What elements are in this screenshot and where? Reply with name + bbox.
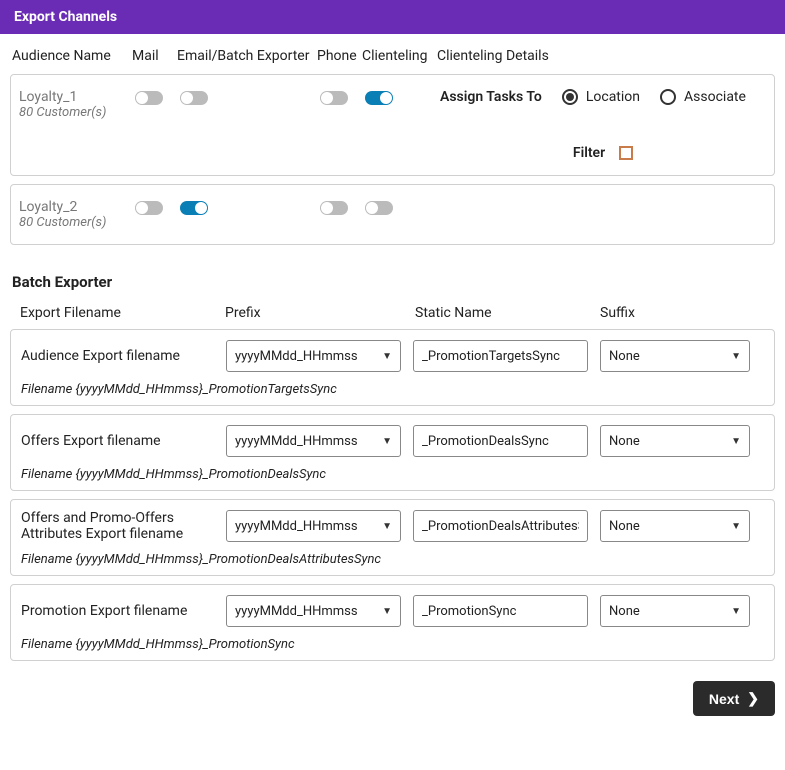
filename-label: Offers Export filename: [21, 433, 226, 449]
filter-checkbox[interactable]: [619, 146, 633, 160]
chevron-down-icon: ▼: [382, 351, 392, 362]
col-header-mail: Mail: [132, 48, 177, 64]
batch-col-static: Static Name: [415, 305, 600, 321]
filename-card: Promotion Export filename yyyyMMdd_HHmms…: [10, 584, 775, 661]
radio-associate-group[interactable]: Associate: [660, 89, 746, 105]
suffix-select[interactable]: None ▼: [600, 425, 750, 457]
batch-column-headers: Export Filename Prefix Static Name Suffi…: [0, 299, 785, 329]
prefix-value: yyyyMMdd_HHmmss: [235, 434, 358, 449]
radio-associate[interactable]: [660, 89, 676, 105]
col-header-email: Email/Batch Exporter: [177, 48, 317, 64]
static-value: _PromotionTargetsSync: [422, 349, 560, 364]
filename-row: Offers and Promo-Offers Attributes Expor…: [21, 510, 764, 542]
radio-location-group[interactable]: Location: [562, 89, 640, 105]
chevron-down-icon: ▼: [731, 521, 741, 532]
filter-row: Filter: [440, 145, 766, 161]
page-title: Export Channels: [14, 9, 117, 25]
filename-label: Offers and Promo-Offers Attributes Expor…: [21, 510, 226, 542]
filename-row: Promotion Export filename yyyyMMdd_HHmms…: [21, 595, 764, 627]
suffix-select[interactable]: None ▼: [600, 510, 750, 542]
audience-row: Loyalty_1 80 Customer(s) Assign Tasks To…: [19, 89, 766, 161]
static-value: _PromotionDealsSync: [422, 434, 549, 449]
radio-associate-label: Associate: [684, 89, 746, 105]
mail-toggle[interactable]: [135, 201, 163, 215]
filename-preview: Filename {yyyyMMdd_HHmmss}_PromotionSync: [21, 637, 764, 652]
footer-row: Next ❯: [0, 669, 785, 730]
prefix-select[interactable]: yyyyMMdd_HHmmss ▼: [226, 340, 401, 372]
filename-preview: Filename {yyyyMMdd_HHmmss}_PromotionDeal…: [21, 552, 764, 567]
filename-card: Offers Export filename yyyyMMdd_HHmmss ▼…: [10, 414, 775, 491]
filename-row: Offers Export filename yyyyMMdd_HHmmss ▼…: [21, 425, 764, 457]
prefix-value: yyyyMMdd_HHmmss: [235, 604, 358, 619]
assign-tasks-row: Assign Tasks To Location Associate: [440, 89, 766, 105]
radio-location-label: Location: [586, 89, 640, 105]
audience-name-cell: Loyalty_2 80 Customer(s): [19, 199, 135, 230]
prefix-value: yyyyMMdd_HHmmss: [235, 349, 358, 364]
batch-exporter-title: Batch Exporter: [0, 253, 785, 299]
suffix-value: None: [609, 604, 640, 619]
chevron-down-icon: ▼: [731, 351, 741, 362]
channels-column-headers: Audience Name Mail Email/Batch Exporter …: [0, 34, 785, 74]
audience-count: 80 Customer(s): [19, 105, 135, 120]
chevron-down-icon: ▼: [382, 606, 392, 617]
prefix-select[interactable]: yyyyMMdd_HHmmss ▼: [226, 425, 401, 457]
audience-row: Loyalty_2 80 Customer(s): [19, 199, 766, 230]
static-name-input[interactable]: _PromotionSync: [413, 595, 588, 627]
col-header-phone: Phone: [317, 48, 362, 64]
static-name-input[interactable]: _PromotionDealsAttributesSync: [413, 510, 588, 542]
col-header-clienteling-details: Clienteling Details: [437, 48, 773, 64]
clienteling-toggle[interactable]: [365, 201, 393, 215]
col-header-clienteling: Clienteling: [362, 48, 437, 64]
filename-card: Offers and Promo-Offers Attributes Expor…: [10, 499, 775, 576]
phone-toggle[interactable]: [320, 201, 348, 215]
filename-preview: Filename {yyyyMMdd_HHmmss}_PromotionTarg…: [21, 382, 764, 397]
email-toggle[interactable]: [180, 201, 208, 215]
batch-col-suffix: Suffix: [600, 305, 750, 321]
audience-card: Loyalty_1 80 Customer(s) Assign Tasks To…: [10, 74, 775, 176]
chevron-down-icon: ▼: [731, 436, 741, 447]
audience-card: Loyalty_2 80 Customer(s): [10, 184, 775, 245]
page-header: Export Channels: [0, 0, 785, 34]
static-name-input[interactable]: _PromotionTargetsSync: [413, 340, 588, 372]
phone-toggle[interactable]: [320, 91, 348, 105]
chevron-down-icon: ▼: [382, 436, 392, 447]
next-button-label: Next: [709, 691, 739, 707]
batch-col-export: Export Filename: [20, 305, 225, 321]
suffix-value: None: [609, 349, 640, 364]
prefix-value: yyyyMMdd_HHmmss: [235, 519, 358, 534]
col-header-audience: Audience Name: [12, 48, 132, 64]
radio-location[interactable]: [562, 89, 578, 105]
batch-col-prefix: Prefix: [225, 305, 415, 321]
clienteling-toggle[interactable]: [365, 91, 393, 105]
suffix-value: None: [609, 434, 640, 449]
email-toggle[interactable]: [180, 91, 208, 105]
filename-card: Audience Export filename yyyyMMdd_HHmmss…: [10, 329, 775, 406]
assign-tasks-label: Assign Tasks To: [440, 89, 542, 105]
chevron-down-icon: ▼: [731, 606, 741, 617]
suffix-select[interactable]: None ▼: [600, 340, 750, 372]
static-name-input[interactable]: _PromotionDealsSync: [413, 425, 588, 457]
prefix-select[interactable]: yyyyMMdd_HHmmss ▼: [226, 595, 401, 627]
filename-label: Audience Export filename: [21, 348, 226, 364]
next-button[interactable]: Next ❯: [693, 681, 775, 716]
suffix-value: None: [609, 519, 640, 534]
audience-name-cell: Loyalty_1 80 Customer(s): [19, 89, 135, 120]
suffix-select[interactable]: None ▼: [600, 595, 750, 627]
mail-toggle[interactable]: [135, 91, 163, 105]
filename-label: Promotion Export filename: [21, 603, 226, 619]
filename-row: Audience Export filename yyyyMMdd_HHmmss…: [21, 340, 764, 372]
filename-preview: Filename {yyyyMMdd_HHmmss}_PromotionDeal…: [21, 467, 764, 482]
prefix-select[interactable]: yyyyMMdd_HHmmss ▼: [226, 510, 401, 542]
audience-name: Loyalty_1: [19, 89, 135, 105]
static-value: _PromotionDealsAttributesSync: [422, 519, 579, 534]
static-value: _PromotionSync: [422, 604, 516, 619]
audience-name: Loyalty_2: [19, 199, 135, 215]
audience-count: 80 Customer(s): [19, 215, 135, 230]
chevron-right-icon: ❯: [747, 690, 759, 707]
clienteling-details-cell: Assign Tasks To Location Associate Filte…: [440, 89, 766, 161]
filter-label: Filter: [573, 145, 605, 161]
chevron-down-icon: ▼: [382, 521, 392, 532]
